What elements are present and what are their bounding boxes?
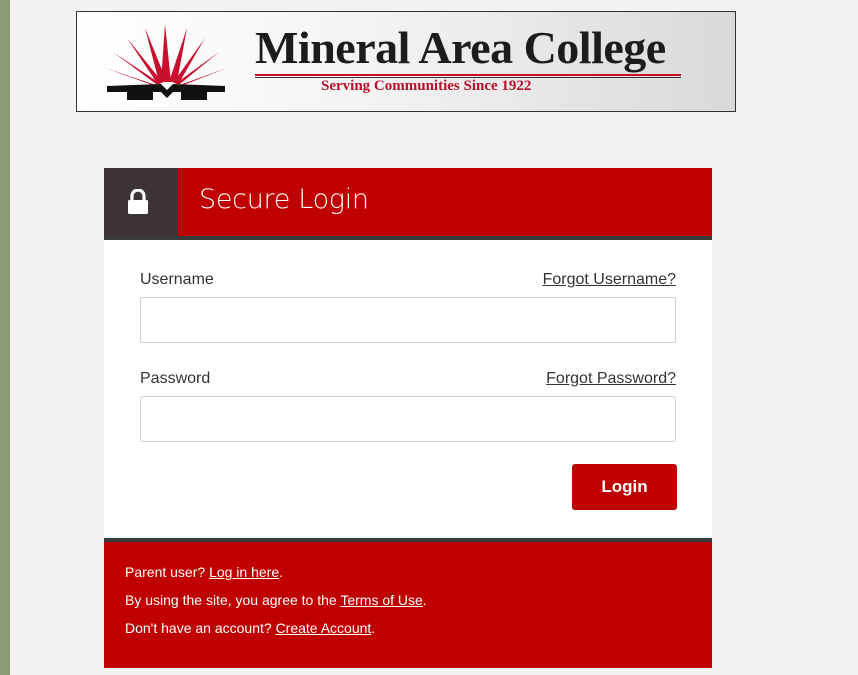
college-tagline: Serving Communities Since 1922 <box>321 78 532 94</box>
terms-line: By using the site, you agree to the Term… <box>125 592 427 608</box>
username-input[interactable] <box>140 297 676 343</box>
create-account-period: . <box>371 620 376 636</box>
parent-login-link[interactable]: Log in here <box>209 564 279 580</box>
college-logo-banner: Mineral Area College Serving Communities… <box>76 11 736 112</box>
password-label: Password <box>140 370 211 387</box>
sunburst-book-emblem <box>105 24 227 100</box>
lock-icon-box <box>104 168 178 236</box>
terms-period: . <box>422 592 427 608</box>
logo-red-rule <box>255 74 681 76</box>
forgot-username-link[interactable]: Forgot Username? <box>543 271 676 289</box>
login-panel: Secure Login Username Forgot Username? P… <box>104 168 712 668</box>
create-account-text: Don't have an account? <box>125 620 276 636</box>
password-input[interactable] <box>140 396 676 442</box>
terms-text: By using the site, you agree to the <box>125 592 341 608</box>
lock-icon <box>128 189 148 214</box>
terms-of-use-link[interactable]: Terms of Use <box>340 592 422 608</box>
create-account-line: Don't have an account? Create Account. <box>125 620 375 636</box>
forgot-password-link[interactable]: Forgot Password? <box>546 370 676 388</box>
parent-login-period: . <box>279 564 284 580</box>
login-header: Secure Login <box>104 168 712 236</box>
create-account-link[interactable]: Create Account <box>276 620 372 636</box>
login-button[interactable]: Login <box>572 464 677 510</box>
parent-login-line: Parent user? Log in here. <box>125 564 283 580</box>
college-name: Mineral Area College <box>255 22 666 73</box>
page-background: Mineral Area College Serving Communities… <box>10 0 858 675</box>
parent-login-text: Parent user? <box>125 564 210 580</box>
username-label: Username <box>140 271 214 288</box>
login-footer: Parent user? Log in here. By using the s… <box>104 542 712 668</box>
header-divider <box>104 236 712 240</box>
login-title: Secure Login <box>199 184 369 215</box>
